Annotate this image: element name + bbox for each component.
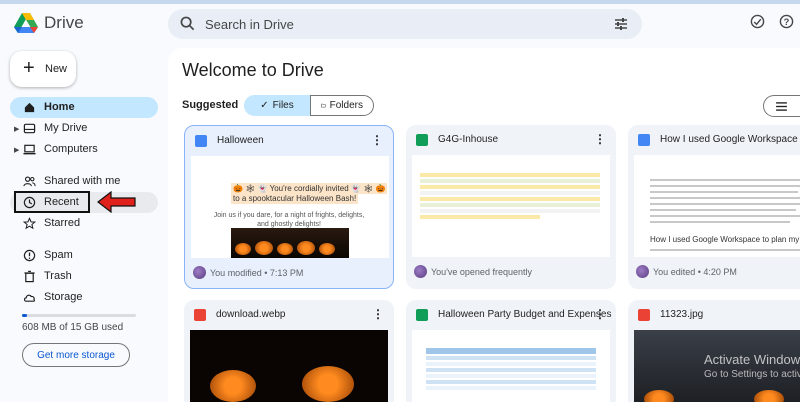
image-icon: [638, 309, 650, 321]
app-name: Drive: [44, 13, 84, 32]
sidebar-item-label: Spam: [44, 249, 73, 261]
file-card-title: download.webp: [216, 309, 286, 320]
list-view-icon: [776, 101, 787, 111]
file-card-meta: You modified • 7:13 PM: [193, 266, 303, 279]
image-icon: [194, 309, 206, 321]
sidebar-item-spam[interactable]: Spam: [10, 245, 158, 266]
avatar: [193, 266, 206, 279]
more-options-icon[interactable]: ⋮: [594, 307, 606, 321]
star-icon: [23, 217, 36, 230]
activate-windows-watermark: Activate Window: [704, 352, 800, 367]
file-card-title: G4G-Inhouse: [438, 134, 499, 145]
get-more-storage-button[interactable]: Get more storage: [22, 343, 130, 367]
file-thumbnail: 🎃 🕸 👻 You're cordially invited 👻 🕸 🎃 to …: [191, 156, 389, 258]
computer-icon: [23, 144, 36, 155]
expand-arrow-icon[interactable]: ▶: [14, 125, 19, 133]
docs-icon: [195, 135, 207, 147]
file-card-g4g-inhouse[interactable]: G4G-Inhouse ⋮ You've opened frequently: [406, 125, 616, 289]
sidebar-item-label: Trash: [44, 270, 72, 282]
more-options-icon[interactable]: ⋮: [594, 132, 606, 146]
storage-usage-text: 608 MB of 15 GB used: [22, 322, 124, 333]
sidebar-item-shared-with-me[interactable]: Shared with me: [10, 171, 158, 192]
more-options-icon[interactable]: ⋮: [371, 133, 383, 147]
sidebar-item-label: Shared with me: [44, 175, 121, 187]
new-button-label: New: [45, 63, 68, 75]
file-thumbnail: How I used Google Workspace to plan my H…: [634, 155, 800, 257]
file-card-title: Halloween Party Budget and Expenses: [438, 309, 612, 320]
folders-chip-label: Folders: [329, 100, 363, 111]
docs-icon: [638, 134, 650, 146]
files-chip-label: Files: [272, 100, 294, 111]
annotation-arrow-icon: [97, 191, 136, 213]
search-icon: [180, 16, 195, 31]
help-icon[interactable]: ?: [779, 14, 794, 29]
plus-icon: +: [23, 57, 35, 79]
storage-progress-bar: [22, 314, 136, 317]
file-card-halloween-party-budget[interactable]: Halloween Party Budget and Expenses ⋮: [406, 300, 616, 402]
sidebar-item-trash[interactable]: Trash: [10, 266, 158, 287]
storage-progress-fill: [22, 314, 27, 317]
file-thumbnail: [412, 330, 610, 402]
cloud-icon: [23, 294, 36, 302]
file-card-download-webp[interactable]: download.webp ⋮: [184, 300, 394, 402]
avatar: [414, 265, 427, 278]
files-chip[interactable]: ✓ Files: [244, 95, 310, 116]
page-title: Welcome to Drive: [182, 60, 324, 80]
invite-line-3: Join us if you dare, for a night of frig…: [213, 212, 365, 228]
sidebar-item-label: Starred: [44, 217, 81, 229]
file-card-title: 11323.jpg: [660, 309, 704, 320]
file-card-meta-text: You modified • 7:13 PM: [210, 267, 304, 278]
recent-highlight-box: [14, 191, 90, 213]
sheets-icon: [416, 309, 428, 321]
home-icon: [24, 102, 35, 113]
sidebar-item-storage[interactable]: Storage: [10, 287, 158, 308]
sidebar-item-label: Home: [44, 101, 75, 113]
drive-logo-icon: [14, 13, 38, 33]
sidebar-item-home[interactable]: Home: [10, 97, 158, 118]
file-card-halloween[interactable]: Halloween ⋮ 🎃 🕸 👻 You're cordially invit…: [184, 125, 394, 289]
file-card-meta-text: You edited • 4:20 PM: [653, 266, 737, 277]
file-thumbnail: [412, 155, 610, 257]
sidebar-item-label: Storage: [44, 291, 83, 303]
search-options-icon[interactable]: [614, 17, 628, 31]
file-card-11323-jpg[interactable]: 11323.jpg: [628, 300, 800, 402]
invite-line-2: to a spooktacular Halloween Bash!: [231, 193, 359, 204]
sidebar-item-label: Computers: [44, 143, 98, 155]
sidebar-item-my-drive[interactable]: ▶ My Drive: [10, 118, 158, 139]
file-card-title: Halloween: [217, 135, 264, 146]
file-card-meta: You've opened frequently: [414, 265, 532, 278]
avatar: [636, 265, 649, 278]
trash-icon: [24, 270, 35, 283]
folders-chip[interactable]: Folders: [310, 95, 374, 116]
suggested-filter-chips: ✓ Files Folders: [244, 95, 374, 116]
list-view-button[interactable]: [763, 95, 800, 117]
expand-arrow-icon[interactable]: ▶: [14, 146, 19, 154]
spam-icon: [23, 249, 36, 262]
file-card-google-workspace[interactable]: How I used Google Workspace to p How I u…: [628, 125, 800, 289]
search-bar[interactable]: Search in Drive: [168, 9, 642, 39]
top-strip: [0, 0, 800, 4]
activate-windows-subtext: Go to Settings to activ: [704, 369, 800, 380]
sidebar-item-computers[interactable]: ▶ Computers: [10, 139, 158, 160]
sidebar-item-starred[interactable]: Starred: [10, 213, 158, 234]
preview-heading: How I used Google Workspace to plan my H…: [650, 235, 800, 244]
people-icon: [23, 176, 36, 187]
more-options-icon[interactable]: ⋮: [372, 307, 384, 321]
check-icon: ✓: [260, 100, 269, 111]
file-card-title: How I used Google Workspace to p: [660, 134, 800, 145]
suggested-label: Suggested: [182, 99, 239, 111]
my-drive-icon: [23, 123, 36, 134]
file-card-meta-text: You've opened frequently: [431, 266, 532, 277]
drive-logo[interactable]: Drive: [14, 12, 84, 34]
search-input[interactable]: Search in Drive: [205, 17, 294, 32]
pumpkin-image: [231, 228, 349, 258]
sheets-icon: [416, 134, 428, 146]
offline-status-icon[interactable]: [750, 14, 765, 29]
svg-text:?: ?: [784, 17, 790, 27]
file-card-meta: You edited • 4:20 PM: [636, 265, 737, 278]
folder-icon: [321, 103, 326, 108]
sidebar-item-label: My Drive: [44, 122, 88, 134]
file-thumbnail: [190, 330, 388, 402]
new-button[interactable]: + New: [10, 51, 76, 87]
